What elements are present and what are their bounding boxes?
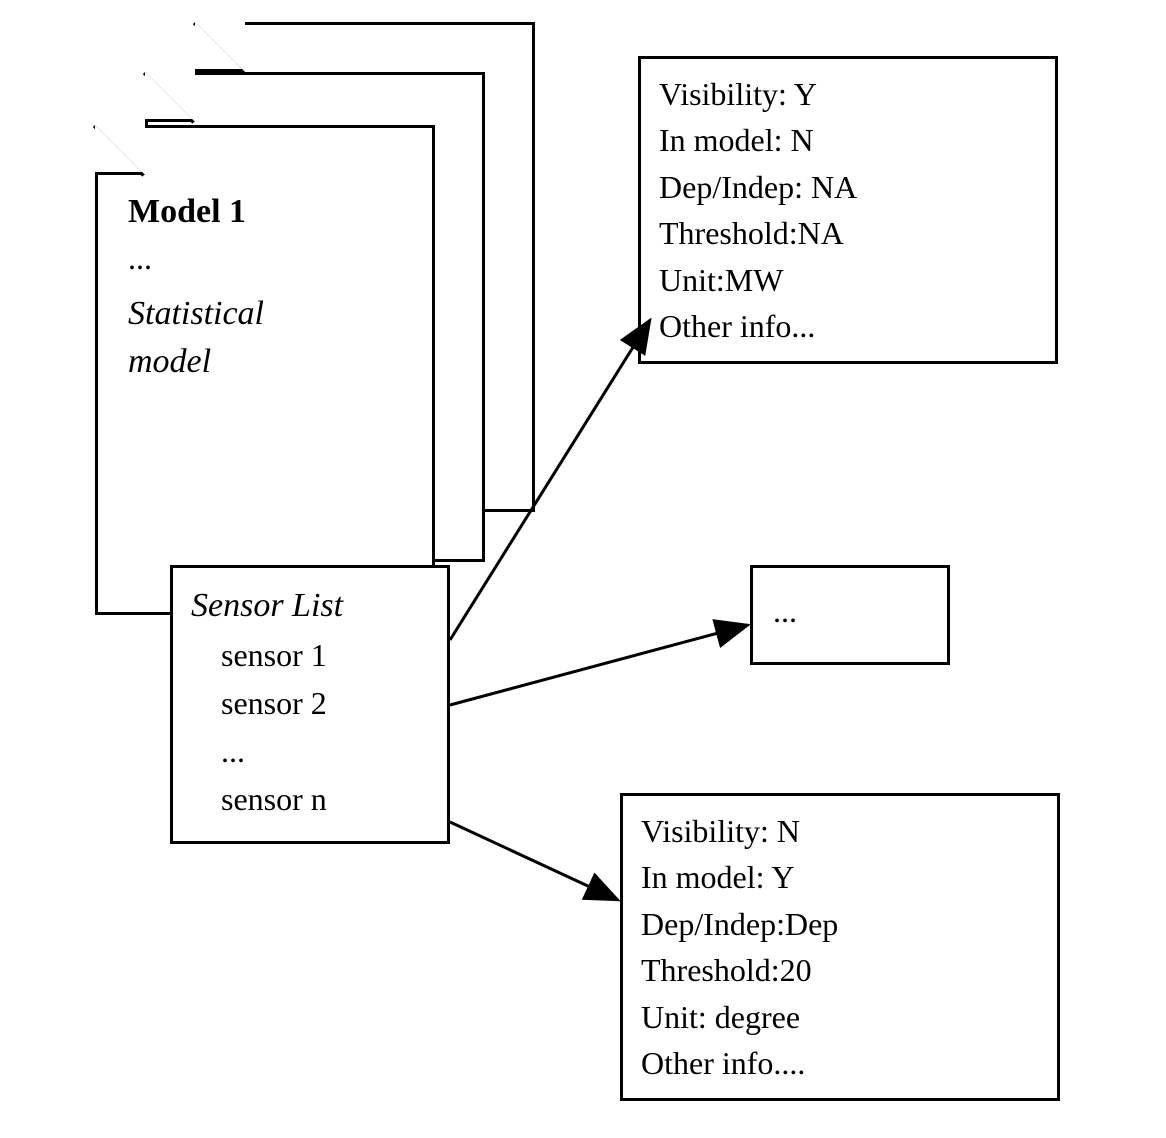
model-page-1: Model 1 ... Statistical model <box>95 125 435 615</box>
info1-visibility: Visibility: Y <box>659 71 1037 117</box>
info-box-1: Visibility: Y In model: N Dep/Indep: NA … <box>638 56 1058 364</box>
model-title: Model 1 <box>128 188 412 236</box>
info-box-2: ... <box>750 565 950 665</box>
statistical-model-label-1: Statistical <box>128 290 412 338</box>
info3-other: Other info.... <box>641 1040 1039 1086</box>
sensor-list-box: Sensor List sensor 1 sensor 2 ... sensor… <box>170 565 450 844</box>
info3-dep-indep: Dep/Indep:Dep <box>641 901 1039 947</box>
sensor-item-1: sensor 1 <box>191 631 429 679</box>
info1-dep-indep: Dep/Indep: NA <box>659 164 1037 210</box>
sensor-item-n: sensor n <box>191 775 429 823</box>
arrow-sensorn-to-info3 <box>450 822 618 900</box>
model-ellipsis: ... <box>128 236 412 281</box>
info3-threshold: Threshold:20 <box>641 947 1039 993</box>
arrow-sensor2-to-info2 <box>450 625 748 705</box>
sensor-list-title: Sensor List <box>191 580 429 631</box>
statistical-model-label-2: model <box>128 338 412 386</box>
info3-visibility: Visibility: N <box>641 808 1039 854</box>
info3-unit: Unit: degree <box>641 994 1039 1040</box>
info1-unit: Unit:MW <box>659 257 1037 303</box>
sensor-item-2: sensor 2 <box>191 679 429 727</box>
info-box-3: Visibility: N In model: Y Dep/Indep:Dep … <box>620 793 1060 1101</box>
info1-in-model: In model: N <box>659 117 1037 163</box>
info2-ellipsis: ... <box>773 588 927 634</box>
info1-other: Other info... <box>659 303 1037 349</box>
info1-threshold: Threshold:NA <box>659 210 1037 256</box>
sensor-item-ellipsis: ... <box>191 727 429 775</box>
info3-in-model: In model: Y <box>641 854 1039 900</box>
